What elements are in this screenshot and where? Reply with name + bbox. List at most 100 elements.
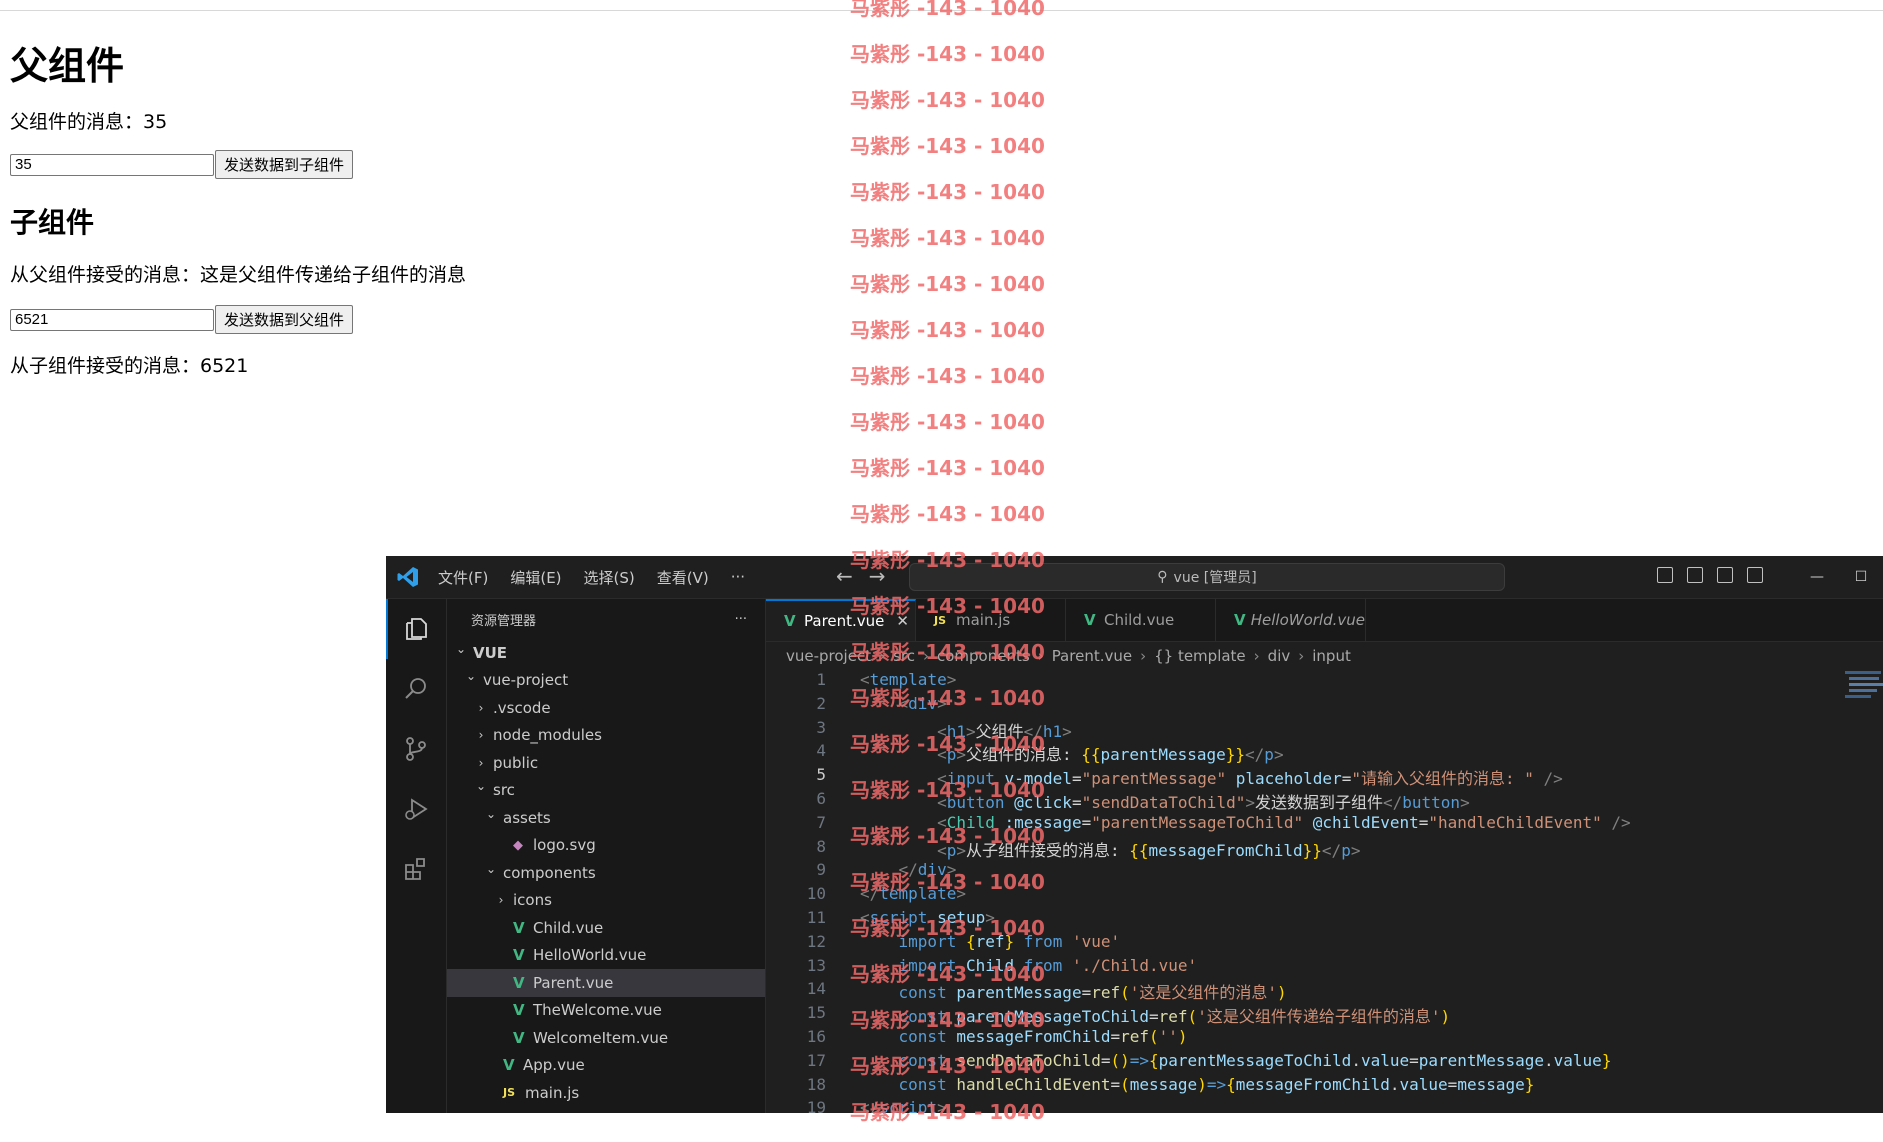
- editor-tab[interactable]: V HelloWorld.vue: [1216, 599, 1366, 641]
- minimap[interactable]: [1843, 669, 1883, 709]
- code-text: const messageFromChild=ref(''): [898, 1026, 1188, 1046]
- code-line: 10 </template>: [766, 884, 1883, 908]
- parent-message-input[interactable]: [10, 153, 214, 176]
- toggle-sidebar-icon[interactable]: [1657, 567, 1673, 583]
- search-icon: ⚲: [1157, 569, 1168, 585]
- tree-item[interactable]: ⌄ vue-project: [447, 667, 765, 695]
- chevron-icon: ›: [498, 893, 504, 908]
- child-input-row: 发送数据到父组件: [10, 305, 830, 334]
- tree-item-label: HelloWorld.vue: [533, 946, 647, 965]
- line-number: 18: [806, 1074, 826, 1094]
- breadcrumb-separator-icon: ›: [1298, 647, 1305, 665]
- child-heading: 子组件: [10, 206, 95, 239]
- extensions-icon[interactable]: [386, 839, 446, 899]
- code-line: 6 <button @click="sendDataToChild">发送数据到…: [766, 789, 1883, 813]
- close-tab-icon[interactable]: ✕: [896, 612, 909, 630]
- menu-item[interactable]: 选择(S): [584, 567, 635, 588]
- editor-tab[interactable]: V Child.vue: [1066, 599, 1216, 641]
- menu-item[interactable]: 查看(V): [657, 567, 709, 588]
- forward-arrow-icon[interactable]: →: [869, 564, 886, 588]
- editor-tab[interactable]: JS main.js: [916, 599, 1066, 641]
- menu-item[interactable]: 文件(F): [438, 567, 488, 588]
- browser-page: 父组件 父组件的消息：35 发送数据到子组件 子组件 从父组件接受的消息：这是父…: [10, 36, 830, 380]
- back-arrow-icon[interactable]: ←: [836, 564, 853, 588]
- tree-item[interactable]: › public: [447, 749, 765, 777]
- send-to-child-button[interactable]: 发送数据到子组件: [215, 150, 354, 179]
- code-line: 19 </script>: [766, 1098, 1883, 1113]
- line-number: 8: [816, 836, 826, 856]
- code-line: 4 <p>父组件的消息: {{parentMessage}}</p>: [766, 741, 1883, 765]
- code-line: 14 const parentMessage=ref('这是父组件的消息'): [766, 979, 1883, 1003]
- vue-file-icon: V: [513, 918, 525, 937]
- maximize-icon[interactable]: ☐: [1839, 569, 1883, 585]
- tree-item-label: vue-project: [483, 671, 569, 690]
- breadcrumb-item[interactable]: div: [1268, 647, 1291, 665]
- tree-item[interactable]: › node_modules: [447, 722, 765, 750]
- toggle-panel-icon[interactable]: [1687, 567, 1703, 583]
- code-line: 3 <h1>父组件</h1>: [766, 718, 1883, 742]
- tree-item[interactable]: V WelcomeItem.vue: [447, 1024, 765, 1052]
- breadcrumb-item[interactable]: vue-project: [786, 647, 871, 665]
- tree-item[interactable]: ◆ logo.svg: [447, 832, 765, 860]
- chevron-icon: ›: [478, 728, 484, 743]
- vscode-logo-icon: [397, 567, 418, 587]
- command-center-search[interactable]: ⚲ vue [管理员]: [909, 563, 1505, 591]
- breadcrumb-item[interactable]: input: [1312, 647, 1351, 665]
- code-line: 7 <Child :message="parentMessageToChild"…: [766, 813, 1883, 837]
- tab-label: main.js: [956, 611, 1011, 629]
- tree-item-label: Child.vue: [533, 918, 604, 937]
- menu-item[interactable]: 编辑(E): [510, 567, 561, 588]
- tree-item[interactable]: ⌄ VUE: [447, 639, 765, 667]
- watermark-text: 马紫彤 -143 - 1040: [850, 180, 1045, 204]
- child-received-text: 从父组件接受的消息：这是父组件传递给子组件的消息: [10, 264, 467, 286]
- tree-item-label: components: [503, 863, 596, 882]
- breadcrumb-item[interactable]: Parent.vue: [1052, 647, 1132, 665]
- child-message-input[interactable]: [10, 308, 214, 331]
- tree-item[interactable]: ⌄ components: [447, 859, 765, 887]
- code-line: 17 const sendDataToChild=()=>{parentMess…: [766, 1051, 1883, 1075]
- toggle-secondary-sidebar-icon[interactable]: [1717, 567, 1733, 583]
- run-debug-icon[interactable]: [386, 779, 446, 839]
- more-actions-icon[interactable]: ···: [735, 612, 747, 627]
- send-to-parent-button[interactable]: 发送数据到父组件: [215, 305, 354, 334]
- parent-message-text: 父组件的消息：35: [10, 111, 168, 133]
- parent-input-row: 发送数据到子组件: [10, 150, 830, 179]
- breadcrumb-item[interactable]: {} template: [1154, 647, 1246, 665]
- tree-item-label: VUE: [473, 643, 508, 662]
- chevron-icon: ›: [478, 700, 484, 715]
- tree-item-label: App.vue: [523, 1056, 585, 1075]
- menu-bar: 文件(F) 编辑(E) 选择(S) 查看(V) ···: [438, 556, 767, 598]
- breadcrumb-item[interactable]: src: [893, 647, 915, 665]
- code-text: </div>: [898, 860, 957, 880]
- tree-item[interactable]: V Child.vue: [447, 914, 765, 942]
- tree-item[interactable]: JS main.js: [447, 1079, 765, 1107]
- tree-item[interactable]: V TheWelcome.vue: [447, 997, 765, 1025]
- tree-item[interactable]: V HelloWorld.vue: [447, 942, 765, 970]
- tree-item-label: logo.svg: [533, 836, 596, 855]
- customize-layout-icon[interactable]: [1747, 567, 1763, 583]
- vue-file-icon: V: [1234, 611, 1246, 629]
- tree-item[interactable]: V App.vue: [447, 1052, 765, 1080]
- source-control-icon[interactable]: [386, 719, 446, 779]
- code-editor[interactable]: 1 <template> 2 <div> 3 <h1>父组件</h1> 4 <p>父组件…: [766, 670, 1883, 1113]
- explorer-icon[interactable]: [386, 599, 446, 659]
- line-number: 11: [806, 907, 826, 927]
- tree-item[interactable]: › icons: [447, 887, 765, 915]
- tree-item[interactable]: V Parent.vue: [447, 969, 765, 997]
- code-text: <script setup>: [860, 907, 995, 927]
- editor-tab[interactable]: V Parent.vue ✕: [766, 599, 916, 641]
- chevron-icon: ⌄: [455, 641, 467, 656]
- line-number: 3: [816, 717, 826, 737]
- code-line: 12 import {ref} from 'vue': [766, 932, 1883, 956]
- search-view-icon[interactable]: [386, 659, 446, 719]
- tree-item[interactable]: ⌄ assets: [447, 804, 765, 832]
- tree-item[interactable]: ⌄ src: [447, 777, 765, 805]
- breadcrumb-item[interactable]: components: [937, 647, 1030, 665]
- tree-item[interactable]: › .vscode: [447, 694, 765, 722]
- breadcrumb-separator-icon: ›: [1253, 647, 1260, 665]
- code-text: </script>: [860, 1098, 947, 1113]
- code-text: import Child from './Child.vue': [898, 955, 1198, 975]
- menu-item[interactable]: ···: [731, 568, 745, 586]
- minimize-icon[interactable]: —: [1795, 569, 1839, 585]
- breadcrumb: vue-project › src › components › Parent.vue › {}…: [766, 642, 1883, 670]
